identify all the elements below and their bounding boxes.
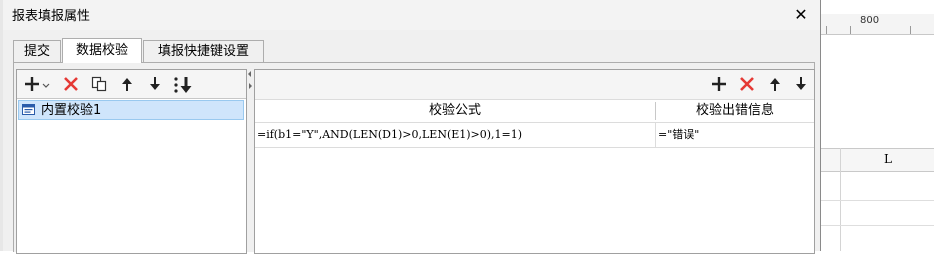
delete-button[interactable]	[59, 72, 83, 96]
cell-divider	[655, 123, 656, 147]
move-row-down-button[interactable]	[789, 72, 813, 96]
left-toolbar	[17, 70, 246, 99]
move-down-icon	[150, 77, 160, 90]
delete-icon	[64, 77, 78, 91]
add-dropdown-button[interactable]	[23, 72, 53, 96]
right-toolbar	[255, 70, 814, 99]
splitter-arrows-icon	[248, 71, 252, 89]
ruler-tick	[826, 26, 827, 34]
validation-table-panel: 校验公式 校验出错信息 =if(b1="Y",AND(LEN(D1)>0,LEN…	[254, 69, 815, 254]
add-icon	[712, 77, 726, 91]
list-item-label: 内置校验1	[41, 103, 102, 118]
add-row-button[interactable]	[707, 72, 731, 96]
copy-button[interactable]	[87, 72, 111, 96]
grid-line	[820, 225, 934, 226]
move-down-icon	[796, 77, 806, 90]
tab-shortcut-settings[interactable]: 填报快捷键设置	[143, 40, 264, 62]
error-message-cell[interactable]: ="错误"	[658, 123, 812, 147]
column-header-error-message[interactable]: 校验出错信息	[656, 100, 814, 122]
validation-rule-icon	[22, 104, 35, 115]
tab-data-validation[interactable]: 数据校验	[62, 38, 142, 63]
ruler-label: 800	[860, 15, 880, 26]
table-row[interactable]: =if(b1="Y",AND(LEN(D1)>0,LEN(E1)>0),1=1)…	[255, 123, 814, 148]
panel-splitter[interactable]	[247, 69, 253, 252]
ruler-tick	[910, 26, 911, 34]
move-row-up-button[interactable]	[763, 72, 787, 96]
sort-icon	[174, 77, 192, 93]
tab-submit[interactable]: 提交	[13, 40, 61, 62]
move-down-button[interactable]	[143, 72, 167, 96]
data-validation-panel: 内置校验1 校验公式 校验出错信息 =if(b1="Y",AND(LEN(D1)…	[13, 62, 815, 254]
sort-button[interactable]	[171, 72, 195, 96]
validation-list-panel: 内置校验1	[16, 69, 247, 254]
ruler-tick	[850, 26, 851, 34]
report-fill-properties-dialog: 报表填报属性 ✕ 提交 数据校验 填报快捷键设置 内置校验1 校验公式 校验出错…	[3, 0, 821, 254]
add-dropdown-icon	[25, 77, 50, 91]
grid-line	[820, 200, 934, 201]
close-button[interactable]: ✕	[787, 2, 815, 28]
horizontal-ruler: 800	[820, 14, 934, 35]
formula-cell[interactable]: =if(b1="Y",AND(LEN(D1)>0,LEN(E1)>0),1=1)	[257, 123, 653, 147]
dialog-title: 报表填报属性	[12, 9, 91, 24]
delete-row-button[interactable]	[735, 72, 759, 96]
delete-icon	[740, 77, 754, 91]
column-header-formula[interactable]: 校验公式	[255, 100, 655, 122]
table-header: 校验公式 校验出错信息	[255, 99, 814, 123]
column-label: L	[884, 152, 892, 166]
dialog-titlebar[interactable]: 报表填报属性 ✕	[3, 0, 820, 30]
move-up-icon	[122, 78, 132, 91]
column-header-L[interactable]: L	[820, 148, 934, 172]
list-item[interactable]: 内置校验1	[18, 100, 244, 120]
move-up-button[interactable]	[115, 72, 139, 96]
move-up-icon	[770, 78, 780, 91]
copy-icon	[91, 76, 107, 92]
